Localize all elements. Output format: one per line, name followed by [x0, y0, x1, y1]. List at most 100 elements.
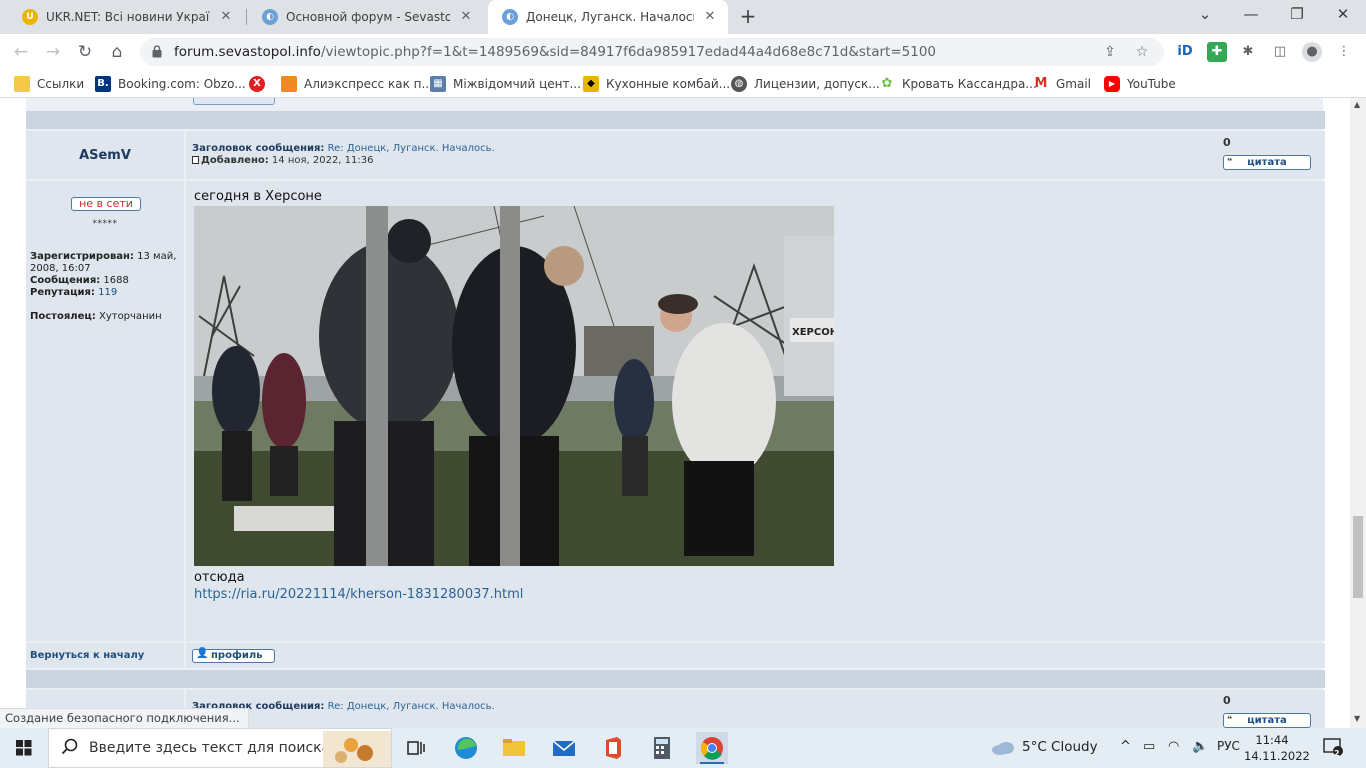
browser-window: U UKR.NET: Всі новини України, ос ✕ ◐ Ос… [0, 0, 1366, 768]
forward-button[interactable]: → [40, 39, 66, 65]
bookmarks-bar: Ссылки B. Booking.com: Obzo... X Алиэкспр… [0, 70, 1366, 98]
status-bubble: Создание безопасного подключения... [0, 708, 249, 728]
post-author[interactable]: ASemV [26, 148, 184, 163]
chrome-icon[interactable] [696, 732, 728, 764]
bookmark-folder-links[interactable]: Ссылки [14, 75, 84, 93]
new-tab-button[interactable]: + [736, 5, 760, 29]
bookmark-kitchen[interactable]: ◆ Кухонные комбай... [583, 75, 730, 93]
office-icon[interactable] [597, 732, 629, 764]
image-sign-text: ХЕРСОН - [792, 327, 834, 338]
profile-button[interactable]: 👤 профиль [192, 648, 275, 663]
ukrnet-favicon-icon: U [22, 9, 38, 25]
author-cell: ASemV [26, 131, 184, 179]
post-photo[interactable]: ХЕРСОН - [194, 206, 834, 566]
back-to-top-cell: Вернуться к началу [26, 643, 184, 668]
bookmark-youtube[interactable]: ▶ YouTube [1104, 75, 1176, 93]
search-placeholder: Введите здесь текст для поиска [89, 740, 331, 756]
bookmark-licenses[interactable]: ◍ Лицензии, допуск... [731, 75, 880, 93]
address-bar[interactable]: forum.sevastopol.info/viewtopic.php?f=1&… [140, 38, 1164, 66]
back-to-top-link[interactable]: Вернуться к началу [30, 650, 144, 661]
tab-ukrnet[interactable]: U UKR.NET: Всі новини України, ос ✕ [8, 0, 244, 34]
bookmark-gmail[interactable]: M Gmail [1033, 75, 1091, 93]
post-actions-cell [186, 643, 1325, 668]
id-extension-icon[interactable]: iD [1175, 42, 1195, 62]
previous-post-profile-button[interactable] [193, 98, 275, 105]
side-panel-icon[interactable]: ◫ [1270, 42, 1290, 62]
battery-icon[interactable]: ▭ [1143, 739, 1155, 754]
maximize-button[interactable]: ❐ [1274, 0, 1320, 30]
bookmark-bed[interactable]: ✿ Кровать Кассандра... [879, 75, 1037, 93]
package-icon [281, 76, 297, 92]
bookmark-booking[interactable]: B. Booking.com: Obzo... [95, 75, 246, 93]
tab-title: Основной форум - Sevastopol.info [286, 10, 450, 24]
post-spacer [26, 670, 1325, 688]
notification-count: 2 [1334, 749, 1340, 758]
globe-icon: ◍ [731, 76, 747, 92]
close-icon[interactable]: ✕ [458, 9, 474, 25]
tab-topic[interactable]: ◐ Донецк, Луганск. Началось. - Ст ✕ [488, 0, 728, 34]
url-text[interactable]: forum.sevastopol.info/viewtopic.php?f=1&… [174, 38, 936, 66]
task-view-icon[interactable] [400, 732, 432, 764]
windows-start-icon[interactable] [0, 728, 48, 768]
source-link[interactable]: https://ria.ru/20221114/kherson-18312800… [194, 587, 523, 602]
scroll-thumb[interactable] [1353, 516, 1363, 598]
lock-icon[interactable] [152, 45, 162, 58]
translate-extension-icon[interactable]: ✚ [1207, 42, 1227, 62]
home-button[interactable]: ⌂ [104, 39, 130, 65]
sevastopol-favicon-icon: ◐ [262, 9, 278, 25]
bookmark-x[interactable]: X [249, 75, 272, 93]
calculator-icon[interactable] [646, 732, 678, 764]
menu-dots-icon[interactable]: ⋮ [1334, 42, 1354, 62]
page-scrollbar[interactable]: ▲ ▼ [1350, 98, 1366, 728]
tab-forum[interactable]: ◐ Основной форум - Sevastopol.info ✕ [248, 0, 484, 34]
cloud-icon [992, 742, 1014, 755]
profile-avatar-icon[interactable]: ● [1302, 42, 1322, 62]
network-icon[interactable]: ◠ [1168, 739, 1179, 754]
quote-button[interactable]: ❝ цитата [1223, 155, 1311, 170]
reload-button[interactable]: ↻ [72, 39, 98, 65]
clock[interactable]: 11:44 14.11.2022 [1244, 732, 1310, 764]
post-rating: 0 [1223, 136, 1231, 149]
rank-stars: ***** [92, 219, 118, 229]
close-icon[interactable]: ✕ [702, 9, 718, 25]
minimize-button[interactable]: — [1228, 0, 1274, 30]
extensions-puzzle-icon[interactable]: ✱ [1238, 42, 1258, 62]
weather-widget[interactable]: 5°C Cloudy [1022, 739, 1098, 755]
author-details: Зарегистрирован: 13 май, 2008, 16:07 Соо… [30, 251, 180, 323]
edge-browser-icon[interactable] [450, 732, 482, 764]
back-button[interactable]: ← [8, 39, 34, 65]
browser-toolbar: ← → ↻ ⌂ forum.sevastopol.info/viewtopic.… [0, 34, 1366, 70]
post-link-icon[interactable] [192, 156, 199, 164]
registered-info: Зарегистрирован: 13 май, 2008, 16:07 [30, 251, 177, 274]
next-post-rating: 0 [1223, 694, 1231, 707]
share-icon[interactable]: ⇪ [1100, 42, 1120, 62]
tab-search-button[interactable]: ⌄ [1182, 0, 1228, 30]
search-highlight-food-icon [323, 731, 391, 767]
gmail-icon: M [1034, 76, 1048, 91]
tab-title: UKR.NET: Всі новини України, ос [46, 10, 210, 24]
close-window-button[interactable]: ✕ [1320, 0, 1366, 30]
language-indicator[interactable]: РУС [1217, 739, 1240, 753]
post-text-bottom: отсюда [194, 570, 245, 585]
bookmark-star-icon[interactable]: ☆ [1132, 42, 1152, 62]
running-indicator [700, 762, 724, 764]
mail-icon[interactable] [548, 732, 580, 764]
volume-icon[interactable]: 🔈 [1192, 739, 1208, 754]
scroll-down-arrow-icon[interactable]: ▼ [1354, 714, 1360, 723]
bookmark-interagency-center[interactable]: ▦ Міжвідомчий цент... [430, 75, 581, 93]
next-quote-button[interactable]: ❝ цитата [1223, 713, 1311, 728]
bookmark-aliexpress[interactable]: Алиэкспресс как п... [281, 75, 433, 93]
forum-topic-table: ASemV Заголовок сообщения: Re: Донецк, Л… [25, 98, 1325, 728]
taskbar-search[interactable]: Введите здесь текст для поиска [48, 728, 392, 768]
show-hidden-icons-chevron-icon[interactable]: ^ [1120, 739, 1131, 754]
sevastopol-favicon-icon: ◐ [502, 9, 518, 25]
flower-icon: ✿ [881, 76, 893, 91]
scroll-up-arrow-icon[interactable]: ▲ [1354, 100, 1360, 109]
notification-center-icon[interactable] [1322, 737, 1344, 757]
quote-icon: ❝ [1227, 157, 1233, 167]
tab-separator [246, 9, 247, 25]
shield-icon: ◆ [583, 76, 599, 92]
file-explorer-icon[interactable] [498, 732, 530, 764]
close-icon[interactable]: ✕ [218, 9, 234, 25]
post-spacer [26, 111, 1325, 129]
